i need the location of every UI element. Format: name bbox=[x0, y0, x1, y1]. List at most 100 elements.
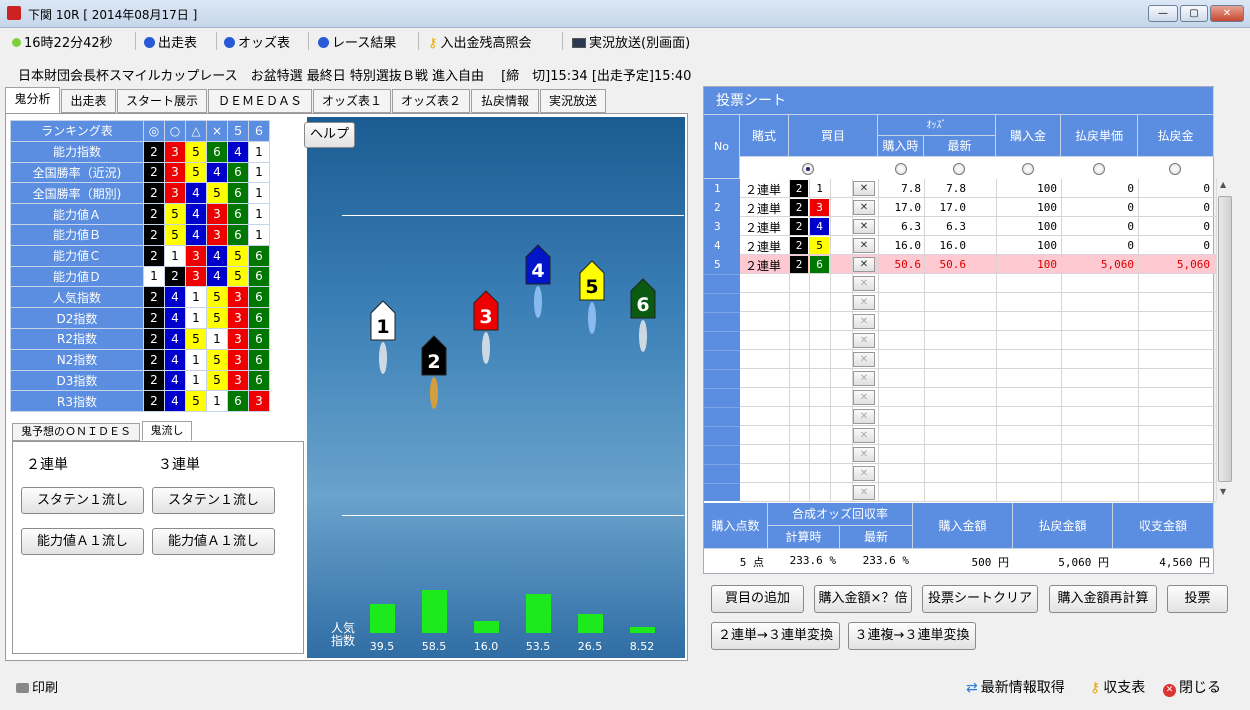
two-tan-ability-button[interactable]: 能力値Ａ１流し bbox=[21, 528, 144, 555]
ledger-button[interactable]: ⚷ 収支表 bbox=[1090, 677, 1145, 697]
scroll-thumb[interactable] bbox=[1218, 196, 1232, 482]
ranking-row: 全国勝率（期別) 2 3 4 5 6 1 bbox=[10, 182, 270, 205]
ranking-cell: 1 bbox=[185, 369, 207, 392]
results-button[interactable]: レース結果 bbox=[318, 32, 396, 51]
tab-refund-info[interactable]: 払戻情報 bbox=[471, 89, 539, 113]
bet-sheet-scrollbar[interactable]: ▲ ▼ bbox=[1216, 178, 1233, 500]
delete-row-button[interactable]: ✕ bbox=[853, 485, 875, 500]
sum-buy: 500 円 bbox=[971, 556, 1010, 569]
clear-sheet-button[interactable]: 投票シートクリア bbox=[922, 585, 1038, 613]
delete-row-button[interactable]: ✕ bbox=[853, 333, 875, 348]
odds-button[interactable]: オッズ表 bbox=[224, 32, 290, 51]
delete-row-button[interactable]: ✕ bbox=[853, 200, 875, 215]
close-window-button[interactable]: ✕ bbox=[1210, 5, 1244, 22]
ranking-cell: 5 bbox=[185, 161, 207, 184]
grid-line bbox=[830, 350, 831, 369]
boat-6: 6 bbox=[630, 278, 656, 356]
grid-line bbox=[878, 483, 879, 502]
combo-first: 2 bbox=[790, 256, 808, 273]
tab-start-display[interactable]: スタート展示 bbox=[117, 89, 207, 113]
row-divider bbox=[704, 445, 740, 446]
help-button[interactable]: ヘルプ bbox=[304, 122, 355, 148]
boat-5: 5 bbox=[579, 260, 605, 338]
ranking-cell: 4 bbox=[164, 390, 186, 413]
col-odds-buy: 購入時 bbox=[878, 136, 924, 157]
delete-row-button[interactable]: ✕ bbox=[853, 181, 875, 196]
delete-row-button[interactable]: ✕ bbox=[853, 314, 875, 329]
ranking-cell: 1 bbox=[248, 182, 270, 205]
grid-line bbox=[878, 388, 879, 407]
balance-button[interactable]: ⚷ 入出金残高照会 bbox=[428, 32, 532, 51]
sort-radio-odds-buy[interactable] bbox=[895, 163, 907, 175]
scroll-up-icon[interactable]: ▲ bbox=[1220, 180, 1226, 189]
delete-row-button[interactable]: ✕ bbox=[853, 447, 875, 462]
delete-row-button[interactable]: ✕ bbox=[853, 352, 875, 367]
delete-row-button[interactable]: ✕ bbox=[853, 219, 875, 234]
close-button[interactable]: ✕ 閉じる bbox=[1163, 677, 1221, 697]
grid-line bbox=[809, 331, 810, 350]
tab-oni-analysis[interactable]: 鬼分析 bbox=[5, 87, 60, 114]
delete-row-button[interactable]: ✕ bbox=[853, 390, 875, 405]
ranking-cell: 6 bbox=[227, 223, 249, 246]
entries-icon bbox=[144, 37, 155, 48]
minimize-button[interactable]: — bbox=[1148, 5, 1178, 22]
delete-row-button[interactable]: ✕ bbox=[853, 238, 875, 253]
delete-row-button[interactable]: ✕ bbox=[853, 466, 875, 481]
row-type: ２連単 bbox=[745, 221, 782, 235]
popularity-bar bbox=[474, 621, 499, 633]
odds-now: 17.0 bbox=[939, 201, 967, 214]
grid-line bbox=[996, 426, 997, 445]
three-tan-staten-button[interactable]: スタテン１流し bbox=[152, 487, 275, 514]
sum-rate-now-header: 最新 bbox=[840, 526, 913, 549]
sort-radio-refund[interactable] bbox=[1169, 163, 1181, 175]
ranking-cell: 4 bbox=[164, 369, 186, 392]
bet-row bbox=[740, 369, 1216, 388]
sum-bal-header: 収支金額 bbox=[1113, 503, 1214, 549]
tab-odds1[interactable]: オッズ表１ bbox=[313, 89, 391, 113]
grid-line bbox=[830, 179, 831, 198]
three-tan-ability-button[interactable]: 能力値Ａ１流し bbox=[152, 528, 275, 555]
boat-number: 5 bbox=[585, 276, 598, 298]
sort-radio-unit[interactable] bbox=[1093, 163, 1105, 175]
tab-odds2[interactable]: オッズ表２ bbox=[392, 89, 470, 113]
row-no: 1 bbox=[714, 182, 721, 195]
delete-row-button[interactable]: ✕ bbox=[853, 428, 875, 443]
delete-row-button[interactable]: ✕ bbox=[853, 257, 875, 272]
grid-line bbox=[830, 388, 831, 407]
delete-row-button[interactable]: ✕ bbox=[853, 371, 875, 386]
vote-button[interactable]: 投票 bbox=[1167, 585, 1228, 613]
scroll-down-icon[interactable]: ▼ bbox=[1220, 487, 1226, 496]
delete-row-button[interactable]: ✕ bbox=[853, 295, 875, 310]
ranking-cell: 1 bbox=[248, 223, 270, 246]
ranking-row-label: 能力値Ａ bbox=[10, 203, 144, 225]
grid-line bbox=[789, 407, 790, 426]
recalc-button[interactable]: 購入金額再計算 bbox=[1049, 585, 1157, 613]
two-tan-staten-button[interactable]: スタテン１流し bbox=[21, 487, 144, 514]
delete-row-button[interactable]: ✕ bbox=[853, 409, 875, 424]
subtab-oni-nagashi[interactable]: 鬼流し bbox=[142, 421, 192, 441]
convert-2tan-button[interactable]: ２連単→３連単変換 bbox=[711, 622, 840, 650]
delete-row-button[interactable]: ✕ bbox=[853, 276, 875, 291]
maximize-button[interactable]: ▢ bbox=[1180, 5, 1208, 22]
multiply-amount-button[interactable]: 購入金額×？倍 bbox=[814, 585, 912, 613]
col-unit: 払戻単価 bbox=[1061, 115, 1138, 157]
sort-radio-odds-now[interactable] bbox=[953, 163, 965, 175]
ranking-cell: 3 bbox=[227, 369, 249, 392]
print-button[interactable]: 印刷 bbox=[16, 677, 58, 696]
subtab-onides[interactable]: 鬼予想のＯＮＩＤＥＳ bbox=[12, 423, 140, 441]
sort-radio-combo[interactable] bbox=[802, 163, 814, 175]
sort-radio-amount[interactable] bbox=[1022, 163, 1034, 175]
tab-entries[interactable]: 出走表 bbox=[61, 89, 116, 113]
refresh-button[interactable]: ⇄ 最新情報取得 bbox=[966, 677, 1065, 697]
tab-demedas[interactable]: ＤＥＭＥＤＡＳ bbox=[208, 89, 312, 113]
convert-3fuku-button[interactable]: ３連複→３連単変換 bbox=[848, 622, 976, 650]
combo-second: 1 bbox=[810, 180, 829, 197]
combo-first: 2 bbox=[790, 199, 808, 216]
add-combo-button[interactable]: 買目の追加 bbox=[711, 585, 804, 613]
entries-button[interactable]: 出走表 bbox=[144, 32, 197, 51]
live-button[interactable]: 実況放送(別画面) bbox=[572, 32, 690, 51]
tab-live[interactable]: 実況放送 bbox=[540, 89, 606, 113]
grid-line bbox=[924, 293, 925, 312]
bet-row bbox=[740, 445, 1216, 464]
ranking-cell: 4 bbox=[185, 203, 207, 225]
